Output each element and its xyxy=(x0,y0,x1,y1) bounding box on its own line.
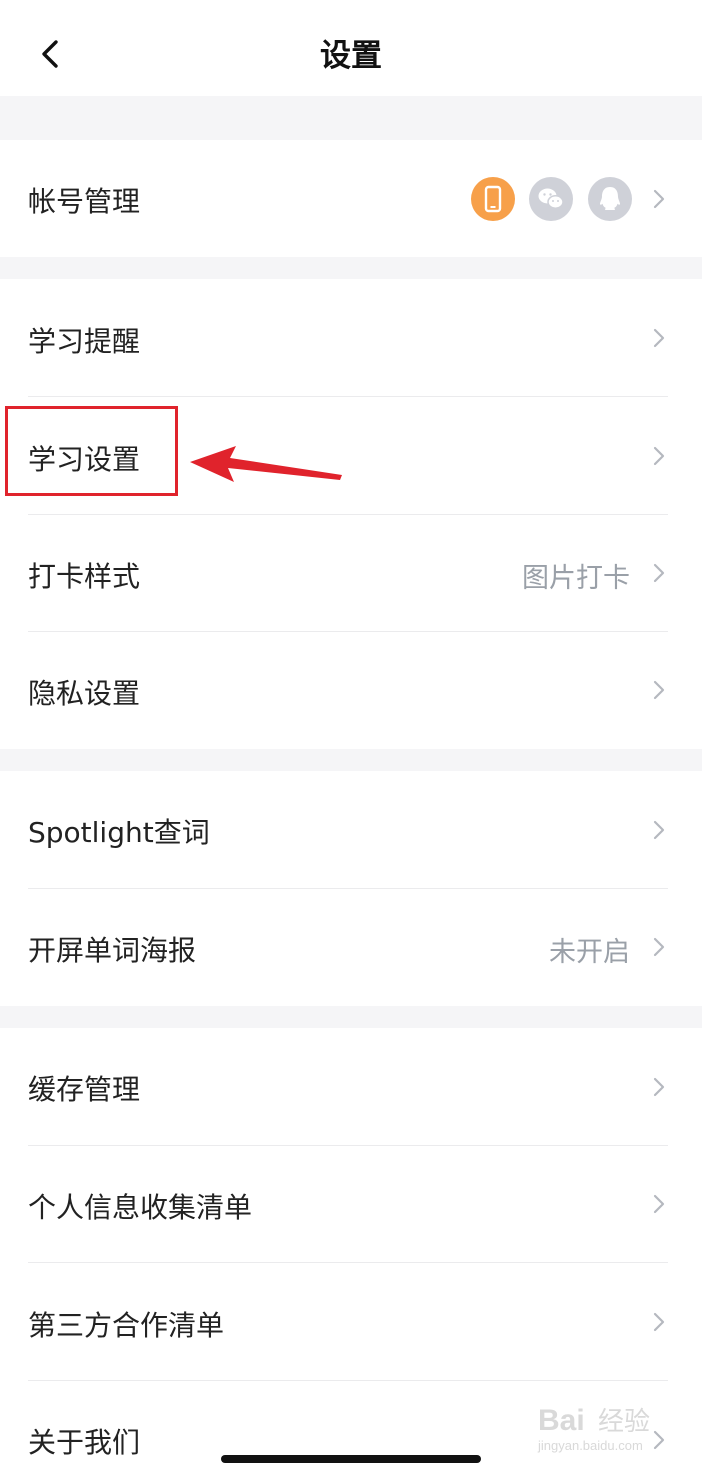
wechat-badge xyxy=(529,177,573,221)
chevron-right-icon xyxy=(653,820,665,840)
study-reminder-row[interactable]: 学习提醒 xyxy=(0,279,702,396)
account-management-row[interactable]: 帐号管理 xyxy=(0,140,702,257)
watermark-logo-text: Bai xyxy=(538,1404,585,1437)
chevron-right-icon xyxy=(653,937,665,957)
page-title: 设置 xyxy=(320,38,382,74)
row-label: 个人信息收集清单 xyxy=(28,1191,253,1224)
navigation-bar: 设置 xyxy=(0,0,702,96)
wechat-icon xyxy=(538,188,564,209)
chevron-right-icon xyxy=(653,1194,665,1214)
row-label: Spotlight查词 xyxy=(28,816,210,849)
spotlight-lookup-row[interactable]: Spotlight查词 xyxy=(0,771,702,888)
chevron-right-icon xyxy=(653,680,665,700)
cache-management-row[interactable]: 缓存管理 xyxy=(0,1028,702,1145)
row-label: 学习设置 xyxy=(28,443,141,476)
privacy-settings-row[interactable]: 隐私设置 xyxy=(0,632,702,749)
row-value: 未开启 xyxy=(549,937,630,968)
home-indicator[interactable] xyxy=(221,1455,481,1463)
chevron-right-icon xyxy=(653,446,665,466)
checkin-style-row[interactable]: 打卡样式 图片打卡 xyxy=(0,515,702,631)
personal-info-list-row[interactable]: 个人信息收集清单 xyxy=(0,1146,702,1262)
row-label: 开屏单词海报 xyxy=(28,934,197,967)
row-label: 关于我们 xyxy=(28,1426,141,1459)
annotation-arrow-icon xyxy=(190,446,342,482)
chevron-right-icon xyxy=(653,563,665,583)
third-party-list-row[interactable]: 第三方合作清单 xyxy=(0,1263,702,1380)
row-label: 缓存管理 xyxy=(28,1073,141,1106)
chevron-right-icon xyxy=(653,1312,665,1332)
study-settings-row[interactable]: 学习设置 xyxy=(0,397,702,514)
watermark-logo-text: 经验 xyxy=(598,1407,650,1437)
watermark-url-text: jingyan.baidu.com xyxy=(537,1438,643,1453)
phone-icon xyxy=(484,185,502,213)
qq-badge xyxy=(588,177,632,221)
baidu-jingyan-watermark: Bai 经验 jingyan.baidu.com xyxy=(537,1404,650,1453)
chevron-right-icon xyxy=(653,189,665,209)
section-spacer xyxy=(0,749,702,771)
chevron-right-icon xyxy=(653,1077,665,1097)
splash-word-poster-row[interactable]: 开屏单词海报 未开启 xyxy=(0,889,702,1006)
row-label: 学习提醒 xyxy=(28,325,141,358)
row-label: 打卡样式 xyxy=(28,560,141,593)
chevron-right-icon xyxy=(653,328,665,348)
row-label: 帐号管理 xyxy=(28,185,141,218)
phone-badge xyxy=(471,177,515,221)
row-label: 隐私设置 xyxy=(28,677,141,710)
qq-icon xyxy=(599,187,621,210)
section-spacer xyxy=(0,96,702,140)
section-spacer xyxy=(0,1006,702,1028)
row-label: 第三方合作清单 xyxy=(28,1309,225,1342)
section-spacer xyxy=(0,257,702,279)
row-value: 图片打卡 xyxy=(522,563,630,594)
